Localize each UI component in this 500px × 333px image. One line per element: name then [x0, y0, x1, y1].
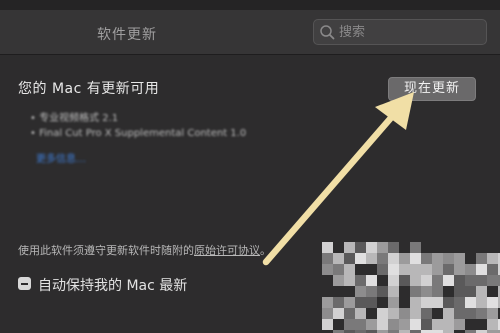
update-list: • 专业视频格式 2.1 • Final Cut Pro X Supplemen… — [30, 111, 246, 141]
checkbox-mixed-mark — [21, 283, 28, 285]
license-notice: 使用此软件须遵守更新软件时随附的原始许可协议。 — [18, 242, 271, 258]
license-text: 使用此软件须遵守更新软件时随附的 — [18, 244, 194, 257]
auto-update-label: 自动保持我的 Mac 最新 — [38, 278, 188, 294]
license-suffix: 。 — [260, 244, 271, 257]
window-title: 软件更新 — [97, 27, 157, 43]
license-agreement-link[interactable]: 原始许可协议 — [194, 244, 260, 257]
pixelated-watermark — [322, 242, 500, 333]
more-info-link[interactable]: 更多信息… — [36, 150, 86, 165]
update-item[interactable]: • 专业视频格式 2.1 — [30, 111, 246, 126]
update-now-button[interactable]: 现在更新 — [388, 77, 476, 101]
update-item[interactable]: • Final Cut Pro X Supplemental Content 1… — [30, 126, 246, 141]
search-icon — [320, 25, 335, 40]
window-top-edge — [0, 0, 500, 10]
search-field[interactable] — [313, 19, 487, 45]
updates-available-heading: 您的 Mac 有更新可用 — [18, 81, 160, 97]
auto-update-checkbox[interactable] — [18, 277, 31, 290]
search-input[interactable] — [339, 20, 481, 44]
title-bar: 软件更新 — [0, 10, 500, 55]
